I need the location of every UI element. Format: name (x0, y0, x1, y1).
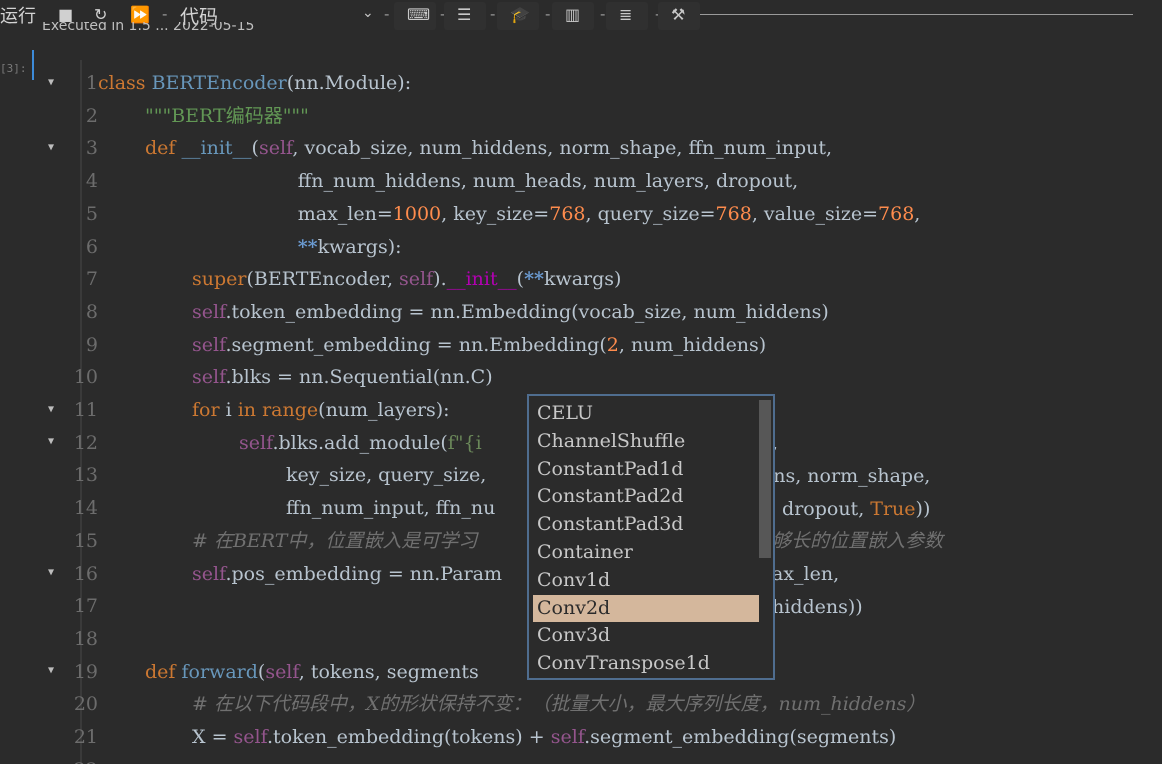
line-number: 2 (85, 104, 98, 127)
code-line: def __init__(self, vocab_size, num_hidde… (145, 137, 833, 160)
code-tail: ens, norm_shape, (762, 465, 931, 487)
line-number: 4 (85, 170, 98, 193)
code-line: max_len=1000, key_size=768, query_size=7… (297, 202, 921, 225)
line-number: 19 (73, 660, 98, 683)
code-line: ffn_num_input, ffn_nu (286, 497, 496, 520)
graduation-button[interactable]: 🎓 (497, 2, 539, 30)
line-number: 6 (85, 235, 98, 258)
code-line: for i in range(num_layers): (192, 399, 450, 421)
code-line: # 在BERT中，位置嵌入是可学习 (192, 529, 478, 552)
line-number: 1 (85, 72, 98, 94)
fold-arrow-icon[interactable]: ▼ (48, 142, 54, 153)
code-line: self.token_embedding = nn.Embedding(voca… (192, 300, 829, 323)
code-line: self.blks = nn.Sequential(nn.C) (192, 366, 493, 389)
keyboard-button[interactable]: ⌨ (394, 2, 436, 30)
execution-status: Executed in 1.5 ... 2022-05-15 (42, 22, 255, 34)
line-number: 5 (85, 202, 98, 225)
toolbar-divider (700, 14, 1133, 15)
line-number: 17 (73, 595, 98, 618)
autocomplete-item[interactable]: Container (533, 539, 759, 567)
line-number: 20 (73, 693, 98, 716)
fold-arrow-icon[interactable]: ▼ (48, 436, 54, 447)
cell-selection-bar[interactable] (32, 50, 34, 80)
fold-arrow-icon[interactable]: ▼ (48, 567, 54, 578)
code-line: self.blks.add_module(f"{i (239, 431, 482, 454)
autocomplete-item[interactable]: ConstantPad2d (533, 483, 759, 511)
graduation-icon: 🎓 (510, 5, 530, 24)
fold-arrow-icon[interactable]: ▼ (48, 404, 54, 415)
keyboard-icon: ⌨ (407, 5, 431, 24)
code-line: def forward(self, tokens, segments (145, 660, 479, 683)
code-tail: hiddens)) (772, 596, 863, 618)
code-line: X = self.token_embedding(tokens) + self.… (192, 726, 897, 748)
cell-prompt: [3]: (0, 62, 27, 75)
toolbar-separator: - (600, 5, 606, 23)
code-line: # 在以下代码段中，X的形状保持不变：（批量大小，最大序列长度，num_hidd… (192, 693, 926, 716)
line-number: 10 (73, 366, 98, 389)
autocomplete-scrollbar[interactable] (759, 400, 771, 558)
code-line: key_size, query_size, (286, 464, 487, 487)
line-number: 11 (73, 399, 98, 421)
autocomplete-item[interactable]: Conv1d (533, 567, 759, 595)
autocomplete-item[interactable]: ConstantPad3d (533, 511, 759, 539)
autocomplete-item[interactable]: ConvTranspose1d (533, 650, 759, 678)
autocomplete-item[interactable]: CELU (533, 400, 759, 428)
fold-arrow-icon[interactable]: ▼ (48, 77, 54, 88)
line-number: 13 (73, 464, 98, 487)
toolbar-separator: - (384, 5, 390, 23)
line-number: 22 (74, 754, 98, 764)
code-tail: dropout, True)) (776, 498, 931, 520)
fold-arrow-icon[interactable]: ▼ (48, 665, 54, 676)
code-line: ffn_num_hiddens, num_heads, num_layers, … (297, 170, 799, 193)
toolbar-separator: - (545, 5, 551, 23)
code-line: self.segment_embedding = nn.Embedding(2,… (192, 333, 767, 356)
autocomplete-item[interactable]: Conv3d (533, 622, 759, 650)
code-line: self.pos_embedding = nn.Param (192, 562, 502, 585)
code-line: super(BERTEncoder, self).__init__(**kwar… (192, 268, 622, 291)
code-line: class BERTEncoder(nn.Module): (98, 72, 412, 94)
autocomplete-item[interactable]: ConstantPad1d (533, 456, 759, 484)
line-number: 9 (85, 333, 98, 356)
line-number: 16 (73, 562, 98, 585)
hammer-button[interactable]: ⚒ (658, 2, 700, 30)
code-tail: ax_len, (772, 563, 840, 585)
menu-button[interactable]: ≣ (606, 2, 648, 30)
toolbar-separator: - (162, 5, 168, 23)
line-number: 21 (73, 726, 98, 748)
line-number: 18 (73, 627, 98, 650)
line-number: 14 (73, 497, 98, 520)
line-number: 12 (73, 431, 98, 454)
hammer-icon: ⚒ (671, 5, 686, 24)
run-button[interactable]: 运行 (0, 2, 36, 28)
autocomplete-popup[interactable]: CELU ChannelShuffle ConstantPad1d Consta… (527, 394, 775, 680)
line-number: 15 (73, 529, 98, 552)
comment-tail: 够长的位置嵌入参数 (772, 530, 944, 552)
autocomplete-item-selected[interactable]: Conv2d (533, 594, 759, 623)
chart-button[interactable]: ▥ (552, 2, 594, 30)
toolbar-separator: - (490, 5, 496, 23)
line-number: 7 (85, 268, 98, 291)
line-number: 3 (85, 137, 98, 160)
code-line: """BERT编码器""" (145, 104, 309, 127)
menu-icon: ≣ (619, 5, 633, 24)
line-number: 8 (85, 300, 98, 323)
list-icon: ☰ (457, 5, 472, 24)
list-button[interactable]: ☰ (444, 2, 486, 30)
autocomplete-item[interactable]: ChannelShuffle (533, 428, 759, 456)
chevron-down-icon[interactable]: ⌄ (362, 5, 374, 21)
chart-icon: ▥ (565, 5, 581, 24)
code-line: **kwargs): (297, 235, 402, 258)
